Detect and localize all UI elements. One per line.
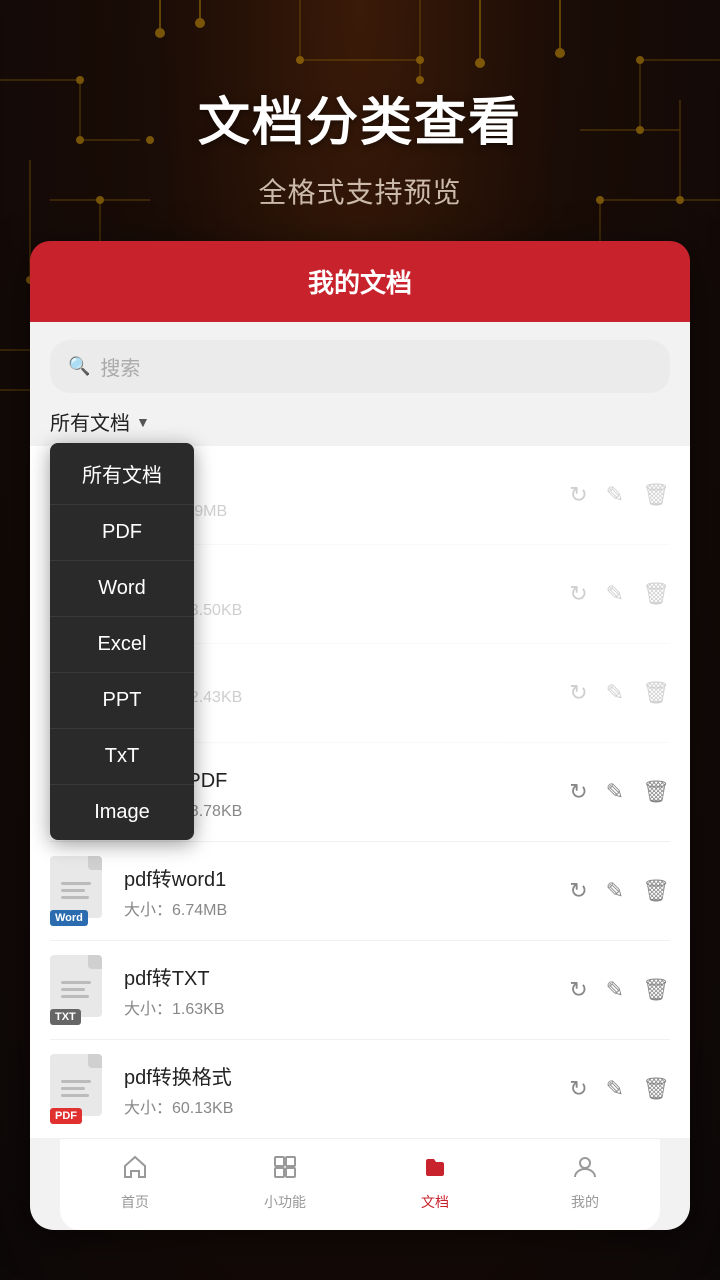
- edit-icon[interactable]: ✎: [606, 977, 624, 1003]
- bottom-nav: 首页 小功能 文档: [60, 1138, 660, 1230]
- delete-icon[interactable]: 🗑: [642, 1076, 670, 1102]
- profile-icon: [571, 1153, 599, 1188]
- delete-icon[interactable]: 🗑: [642, 779, 670, 805]
- refresh-icon[interactable]: ↻: [569, 878, 587, 904]
- filter-button[interactable]: 所有文档 ▼: [50, 407, 150, 436]
- refresh-icon[interactable]: ↻: [569, 482, 587, 508]
- filter-arrow-icon: ▼: [136, 414, 150, 430]
- delete-icon[interactable]: 🗑: [642, 977, 670, 1003]
- file-info: pdf转word1 大小：6.74MB: [124, 863, 555, 920]
- file-size: 大小：60.13KB: [124, 1094, 555, 1118]
- nav-item-home[interactable]: 首页: [60, 1153, 210, 1212]
- file-actions: ↻ ✎ 🗑: [569, 482, 670, 508]
- edit-icon[interactable]: ✎: [606, 779, 624, 805]
- dropdown-item-image[interactable]: Image: [50, 785, 194, 840]
- refresh-icon[interactable]: ↻: [569, 1076, 587, 1102]
- file-name: pdf转word1: [124, 863, 555, 892]
- card-header: 我的文档: [30, 241, 690, 322]
- nav-item-docs[interactable]: 文档: [360, 1153, 510, 1212]
- refresh-icon[interactable]: ↻: [569, 680, 587, 706]
- file-badge-txt: TXT: [50, 1009, 81, 1025]
- nav-label-profile: 我的: [571, 1192, 599, 1212]
- refresh-icon[interactable]: ↻: [569, 779, 587, 805]
- file-actions: ↻ ✎ 🗑: [569, 1076, 670, 1102]
- file-actions: ↻ ✎ 🗑: [569, 581, 670, 607]
- home-icon: [121, 1153, 149, 1188]
- edit-icon[interactable]: ✎: [606, 878, 624, 904]
- docs-icon: [421, 1153, 449, 1188]
- search-placeholder-text: 搜索: [100, 352, 140, 381]
- file-item[interactable]: Word pdf转word1 大小：6.74MB ↻ ✎ 🗑: [50, 842, 670, 941]
- refresh-icon[interactable]: ↻: [569, 581, 587, 607]
- dropdown-item-txt[interactable]: TxT: [50, 729, 194, 785]
- sub-title: 全格式支持预览: [0, 171, 720, 211]
- file-actions: ↻ ✎ 🗑: [569, 878, 670, 904]
- file-badge-pdf: PDF: [50, 1108, 82, 1124]
- nav-item-profile[interactable]: 我的: [510, 1153, 660, 1212]
- search-icon: 🔍: [68, 356, 90, 377]
- file-info: pdf转换格式 大小：60.13KB: [124, 1061, 555, 1118]
- file-name: pdf转换格式: [124, 1061, 555, 1090]
- refresh-icon[interactable]: ↻: [569, 977, 587, 1003]
- edit-icon[interactable]: ✎: [606, 581, 624, 607]
- delete-icon[interactable]: 🗑: [642, 482, 670, 508]
- main-title: 文档分类查看: [0, 80, 720, 155]
- file-item[interactable]: TXT pdf转TXT 大小：1.63KB ↻ ✎ 🗑: [50, 941, 670, 1040]
- card-title: 我的文档: [308, 268, 412, 298]
- header-section: 文档分类查看 全格式支持预览: [0, 0, 720, 241]
- file-icon: TXT: [50, 955, 110, 1025]
- nav-label-tools: 小功能: [264, 1192, 306, 1212]
- edit-icon[interactable]: ✎: [606, 680, 624, 706]
- dropdown-menu: 所有文档 PDF Word Excel PPT TxT Image: [50, 443, 194, 840]
- file-info: pdf转TXT 大小：1.63KB: [124, 962, 555, 1019]
- dropdown-item-pdf[interactable]: PDF: [50, 505, 194, 561]
- file-icon: PDF: [50, 1054, 110, 1124]
- delete-icon[interactable]: 🗑: [642, 680, 670, 706]
- nav-item-tools[interactable]: 小功能: [210, 1153, 360, 1212]
- nav-label-docs: 文档: [421, 1192, 449, 1212]
- main-card: 我的文档 🔍 搜索 所有文档 ▼ 所有文档 PDF Word Excel PPT…: [30, 241, 690, 1230]
- nav-label-home: 首页: [121, 1192, 149, 1212]
- dropdown-item-all[interactable]: 所有文档: [50, 443, 194, 505]
- file-size: 大小：6.74MB: [124, 896, 555, 920]
- filter-row: 所有文档 ▼ 所有文档 PDF Word Excel PPT TxT Image: [30, 407, 690, 446]
- file-actions: ↻ ✎ 🗑: [569, 680, 670, 706]
- file-actions: ↻ ✎ 🗑: [569, 977, 670, 1003]
- filter-label: 所有文档: [50, 407, 130, 436]
- file-icon: Word: [50, 856, 110, 926]
- delete-icon[interactable]: 🗑: [642, 581, 670, 607]
- dropdown-item-ppt[interactable]: PPT: [50, 673, 194, 729]
- edit-icon[interactable]: ✎: [606, 1076, 624, 1102]
- file-name: pdf转TXT: [124, 962, 555, 991]
- dropdown-item-word[interactable]: Word: [50, 561, 194, 617]
- file-item[interactable]: PDF pdf转换格式 大小：60.13KB ↻ ✎ 🗑: [50, 1040, 670, 1138]
- dropdown-item-excel[interactable]: Excel: [50, 617, 194, 673]
- file-badge-word: Word: [50, 910, 88, 926]
- file-actions: ↻ ✎ 🗑: [569, 779, 670, 805]
- edit-icon[interactable]: ✎: [606, 482, 624, 508]
- delete-icon[interactable]: 🗑: [642, 878, 670, 904]
- tools-icon: [271, 1153, 299, 1188]
- file-size: 大小：1.63KB: [124, 995, 555, 1019]
- search-bar[interactable]: 🔍 搜索: [50, 340, 670, 393]
